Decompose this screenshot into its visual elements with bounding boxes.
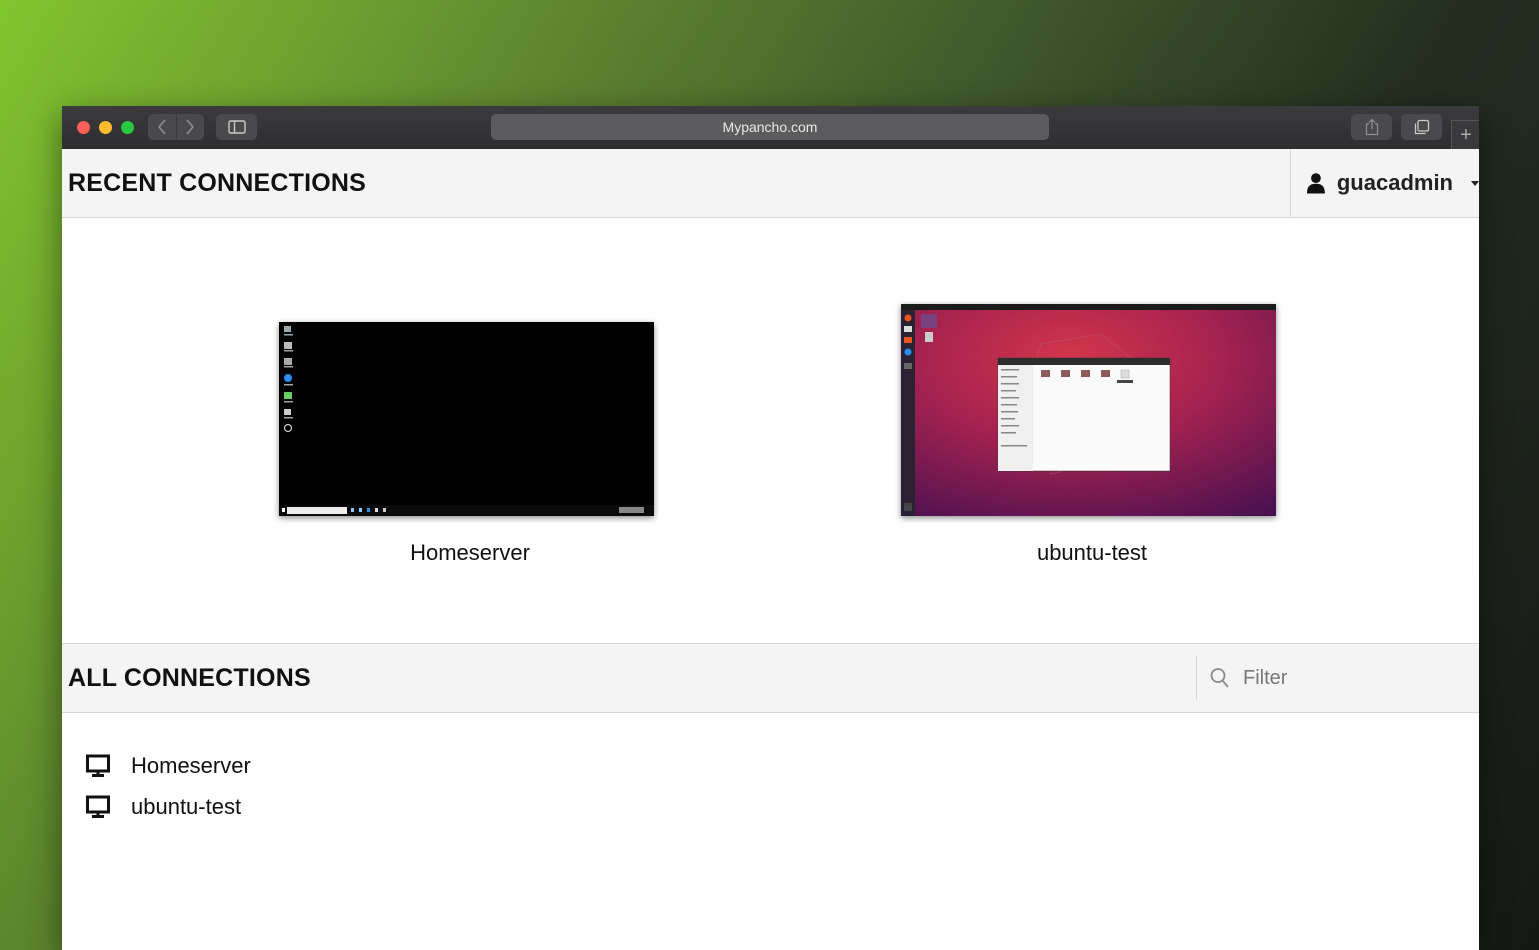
guacamole-home: RECENT CONNECTIONS guacadmin Homeserver … bbox=[62, 149, 1479, 950]
new-tab-button[interactable]: + bbox=[1451, 120, 1479, 150]
homeserver-thumbnail-label[interactable]: Homeserver bbox=[280, 540, 660, 566]
sidebar-icon bbox=[227, 120, 246, 134]
all-connections-title: ALL CONNECTIONS bbox=[68, 664, 311, 692]
navigation-buttons bbox=[148, 114, 204, 140]
close-window-button[interactable] bbox=[77, 121, 90, 134]
address-bar[interactable]: Mypancho.com bbox=[491, 114, 1049, 140]
all-connections-header: ALL CONNECTIONS bbox=[62, 643, 1479, 713]
user-icon bbox=[1307, 173, 1325, 194]
address-bar-url: Mypancho.com bbox=[722, 119, 818, 135]
connection-item-ubuntu-test[interactable]: ubuntu-test bbox=[86, 786, 251, 827]
browser-titlebar: Mypancho.com + bbox=[62, 106, 1479, 150]
monitor-icon bbox=[86, 795, 110, 818]
share-icon bbox=[1365, 118, 1378, 136]
share-button[interactable] bbox=[1351, 114, 1392, 140]
caret-down-icon bbox=[1471, 180, 1479, 186]
filter-input[interactable] bbox=[1241, 665, 1465, 691]
connection-name: ubuntu-test bbox=[131, 793, 242, 819]
ubuntu-test-thumbnail[interactable] bbox=[901, 304, 1276, 516]
show-tabs-button[interactable] bbox=[1401, 114, 1442, 140]
connection-name: Homeserver bbox=[131, 752, 251, 778]
ubuntu-desktop-preview bbox=[901, 304, 1276, 516]
tabs-icon bbox=[1414, 119, 1429, 135]
sidebar-toggle-button[interactable] bbox=[216, 114, 257, 140]
zoom-window-button[interactable] bbox=[121, 121, 134, 134]
username-label: guacadmin bbox=[1336, 170, 1453, 195]
monitor-icon bbox=[86, 754, 110, 777]
all-connections-list: Homeserver ubuntu-test bbox=[86, 745, 251, 827]
search-icon bbox=[1210, 668, 1229, 688]
browser-window: Mypancho.com + RECENT CONNECTIONS guacad… bbox=[62, 106, 1479, 950]
chevron-right-icon bbox=[186, 119, 195, 135]
ubuntu-test-thumbnail-label[interactable]: ubuntu-test bbox=[902, 540, 1282, 566]
chevron-left-icon bbox=[157, 119, 166, 135]
windows-desktop-preview bbox=[279, 322, 654, 516]
back-button[interactable] bbox=[148, 114, 176, 140]
connection-item-homeserver[interactable]: Homeserver bbox=[86, 745, 251, 786]
homeserver-thumbnail[interactable] bbox=[279, 322, 654, 516]
recent-connections-title: RECENT CONNECTIONS bbox=[68, 169, 367, 197]
minimize-window-button[interactable] bbox=[99, 121, 112, 134]
plus-icon: + bbox=[1460, 124, 1472, 146]
recent-connections-header: RECENT CONNECTIONS guacadmin bbox=[62, 149, 1479, 218]
user-menu[interactable]: guacadmin bbox=[1290, 149, 1479, 217]
filter-box bbox=[1196, 656, 1479, 700]
forward-button[interactable] bbox=[175, 114, 205, 140]
